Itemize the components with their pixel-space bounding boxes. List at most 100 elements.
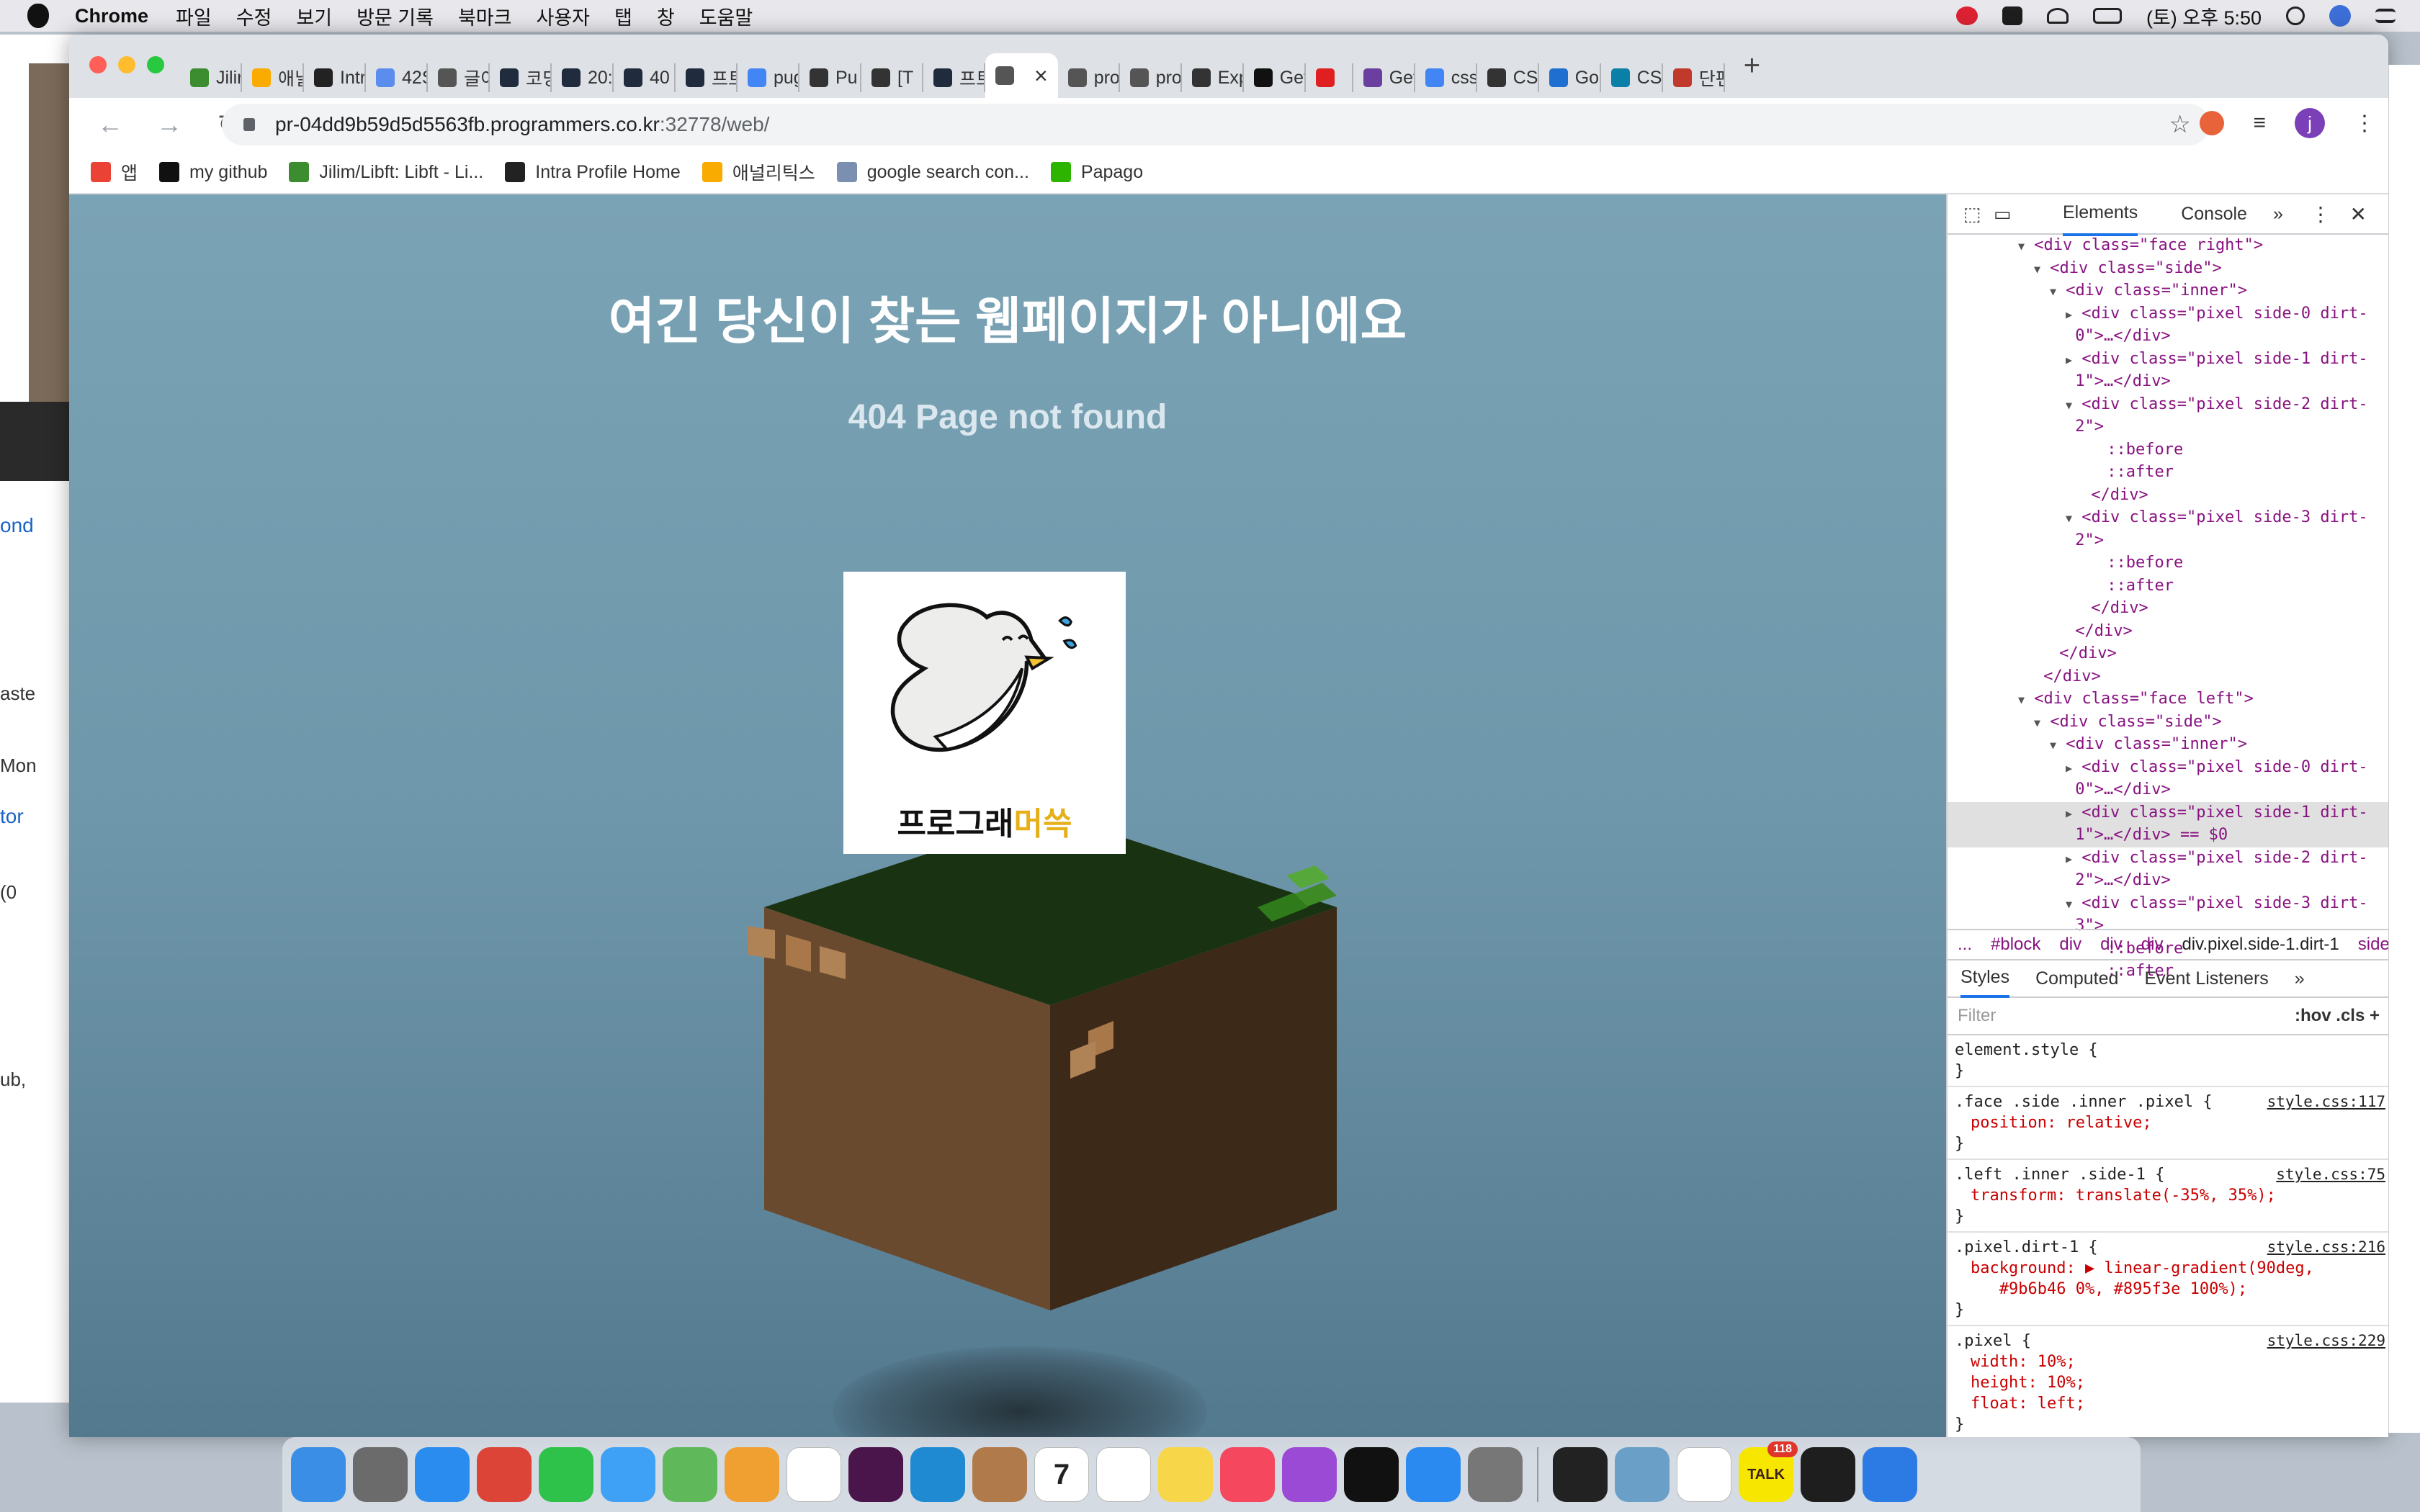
dock-facetime-icon[interactable] [539,1447,593,1502]
browser-tab[interactable]: CS [1477,63,1539,92]
dom-node-arrow[interactable]: ▼ [2018,693,2025,706]
dom-node-line[interactable]: </div> [1948,643,2388,666]
css-source-link[interactable]: style.css:216 [2267,1237,2385,1258]
css-rule[interactable]: .face .side .inner .pixel {style.css:117… [1948,1087,2388,1160]
dom-node-arrow[interactable]: ▶ [2066,354,2072,366]
back-button[interactable]: ← [92,109,128,140]
dom-node-arrow[interactable]: ▼ [2018,240,2025,253]
menu-bookmarks[interactable]: 북마크 [458,2,512,30]
zoom-window-button[interactable] [147,56,164,73]
dom-node-line[interactable]: ▶ <div class="pixel side-0 dirt- [1948,303,2388,326]
bookmark-item[interactable]: Intra Profile Home [505,162,681,183]
filter-input[interactable]: Filter [1958,1006,1996,1026]
more-tabs-button[interactable]: » [2273,204,2283,225]
css-declaration[interactable]: position: relative; [1955,1112,2384,1133]
dom-node-line[interactable]: ::before [1948,552,2388,575]
dom-node-line[interactable]: </div> [1948,485,2388,508]
browser-tab[interactable]: css [1415,63,1477,92]
browser-tab[interactable]: Go [1539,63,1601,92]
forward-button[interactable]: → [151,109,187,140]
clock[interactable]: (토) 오후 5:50 [2146,2,2262,30]
menu-profiles[interactable]: 사용자 [536,2,590,30]
browser-tab[interactable]: 42S [366,63,428,92]
styles-filter[interactable]: Filter :hov .cls + [1948,998,2388,1035]
dock-preview-icon[interactable] [1615,1447,1670,1502]
dom-node-line[interactable]: 1">…</div> == $0 [1948,824,2388,847]
browser-tab[interactable] [1306,63,1353,92]
dom-node-arrow[interactable]: ▼ [2066,512,2072,525]
dock-navigator-icon[interactable] [1863,1447,1917,1502]
minimize-window-button[interactable] [118,56,135,73]
tab-event-listeners[interactable]: Event Listeners [2144,968,2268,989]
dom-node-arrow[interactable]: ▼ [2066,399,2072,412]
dock-slack-icon[interactable] [848,1447,903,1502]
dock-messages-icon[interactable] [601,1447,655,1502]
media-controls-icon[interactable]: ≡ [2253,111,2266,135]
breadcrumb-item[interactable]: #block [1991,935,2040,955]
tab-close-icon[interactable]: × [1034,63,1048,89]
css-source-link[interactable]: style.css:75 [2276,1164,2385,1185]
dom-node-line[interactable]: </div> [1948,621,2388,644]
tab-computed[interactable]: Computed [2035,968,2118,989]
browser-tab[interactable]: 단편 [1663,63,1725,92]
dom-node-line[interactable]: ::after [1948,575,2388,598]
bookmark-item[interactable]: google search con... [836,162,1029,183]
dom-node-arrow[interactable]: ▶ [2066,308,2072,321]
more-style-tabs-button[interactable]: » [2295,968,2305,989]
dock-safari-icon[interactable] [415,1447,470,1502]
dom-node-line[interactable]: 1">…</div> [1948,371,2388,394]
dom-node-line[interactable]: 2"> [1948,416,2388,439]
wifi-icon[interactable] [2046,8,2069,24]
bookmark-item[interactable]: Papago [1050,162,1143,183]
dock-maps-icon[interactable] [663,1447,717,1502]
devtools-close-icon[interactable]: ✕ [2350,202,2367,226]
dock-contacts-icon[interactable] [972,1447,1027,1502]
browser-tab[interactable]: 프트 [676,63,738,92]
dock-reminders-icon[interactable] [1096,1447,1151,1502]
dock-launchpad-icon[interactable] [353,1447,408,1502]
bookmark-item[interactable]: my github [159,162,267,183]
dom-node-line[interactable]: ::after [1948,462,2388,485]
browser-tab[interactable]: 코딩 [490,63,552,92]
dock-preferences-icon[interactable] [1468,1447,1523,1502]
inspect-element-icon[interactable]: ⬚ [1963,203,1981,225]
tab-elements[interactable]: Elements [2063,194,2138,236]
browser-tab[interactable]: Get [1353,63,1415,92]
devtools-menu-icon[interactable]: ⋮ [2311,202,2331,226]
extension-icon[interactable] [2200,111,2225,135]
dom-node-line[interactable]: ▶ <div class="pixel side-2 dirt- [1948,847,2388,870]
css-declaration[interactable]: height: 10%; [1955,1372,2384,1393]
dom-node-line[interactable]: 0">…</div> [1948,779,2388,802]
browser-tab[interactable]: Pu [799,63,861,92]
tab-console[interactable]: Console [2181,204,2247,225]
address-bar[interactable]: pr-04dd9b59d5d5563fb.programmers.co.kr:3… [222,104,2210,145]
css-declaration[interactable]: transform: translate(-35%, 35%); [1955,1185,2384,1206]
tab-styles[interactable]: Styles [1960,960,2010,998]
dock-vscode-icon[interactable] [910,1447,965,1502]
dock-finder-icon[interactable] [291,1447,346,1502]
menu-edit[interactable]: 수정 [236,2,272,30]
dock-chrome-icon[interactable] [477,1447,532,1502]
dom-node-line[interactable]: </div> [1948,666,2388,689]
dock-photos-icon[interactable] [725,1447,779,1502]
css-declaration[interactable]: background: ▶ linear-gradient(90deg, [1955,1258,2384,1279]
dock-podcasts-icon[interactable] [1282,1447,1337,1502]
url-text[interactable]: pr-04dd9b59d5d5563fb.programmers.co.kr:3… [275,113,769,136]
record-status-icon[interactable] [1955,6,1978,25]
battery-icon[interactable] [2092,8,2122,24]
browser-tab[interactable]: 프트 [923,63,985,92]
breadcrumb-item[interactable]: ... [1958,935,1972,955]
menu-help[interactable]: 도움말 [699,2,753,30]
dom-node-arrow[interactable]: ▶ [2066,852,2072,865]
dock-notes-icon[interactable] [1158,1447,1213,1502]
bookmark-star-icon[interactable]: ☆ [2169,110,2191,139]
breadcrumb-item[interactable]: div [2059,935,2081,955]
browser-tab[interactable]: Jilir [180,63,242,92]
dom-node-arrow[interactable]: ▶ [2066,807,2072,820]
dom-node-line[interactable]: ▶ <div class="pixel side-0 dirt- [1948,757,2388,780]
dom-node-line[interactable]: 2">…</div> [1948,870,2388,893]
dom-node-line[interactable]: ▼ <div class="pixel side-2 dirt- [1948,394,2388,417]
dom-node-line[interactable]: ▼ <div class="side"> [1948,711,2388,734]
dom-node-line[interactable]: ▼ <div class="side"> [1948,258,2388,281]
app-menu-chrome[interactable]: Chrome [75,5,148,27]
